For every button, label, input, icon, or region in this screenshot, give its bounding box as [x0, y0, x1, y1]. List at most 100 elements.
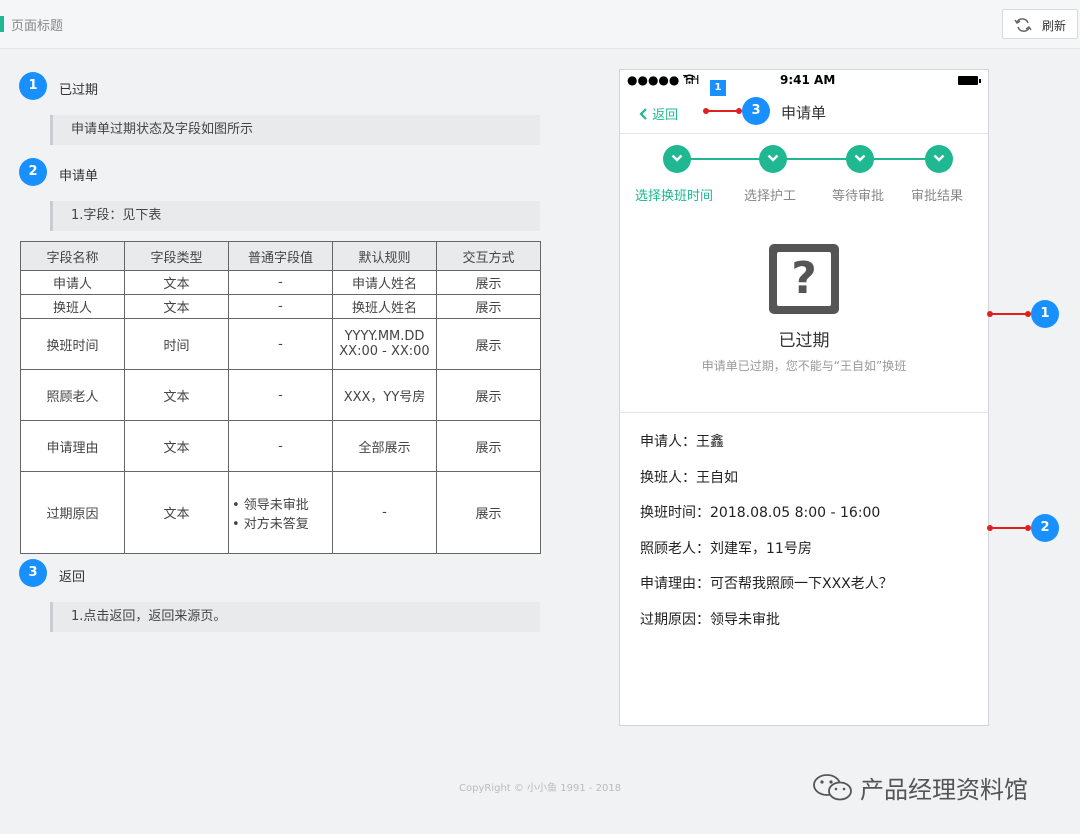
table-cell: - [228, 318, 333, 370]
table-header-cell: 普通字段值 [228, 241, 333, 271]
callout-dot-2 [987, 525, 993, 531]
wechat-icon [813, 774, 852, 801]
state-description: 申请单已过期，您不能与“王自如”换班 [701, 359, 907, 373]
field-reason: 申请理由：可否帮我照顾一下XXX老人？ [640, 576, 893, 592]
top-bar: 页面标题 刷新 [0, 0, 1080, 49]
field-swap-time: 换班时间：2018.08.05 8:00 - 16:00 [640, 505, 881, 521]
table-cell: 照顾老人 [20, 369, 125, 421]
table-cell: 申请人 [20, 270, 125, 295]
table-cell: - [332, 471, 437, 554]
table-cell: 文本 [124, 471, 229, 554]
step-dot-1 [663, 145, 691, 173]
progress-steps: 选择换班时间 选择护工 等待审批 审批结果 [620, 145, 988, 205]
question-mark-icon: ? [769, 244, 839, 314]
section-badge-1: 1 [19, 72, 47, 100]
table-cell: 展示 [436, 420, 541, 472]
field-elder: 照顾老人：刘建军，11号房 [640, 541, 812, 557]
step-dot-3 [846, 145, 874, 173]
table-cell: - [228, 294, 333, 319]
chevron-down-icon [933, 154, 945, 162]
table-cell: 换班人姓名 [332, 294, 437, 319]
reason-value-line1: • 领导未审批 [232, 497, 309, 513]
table-cell: 展示 [436, 471, 541, 554]
table-cell-multiline: YYYY.MM.DD XX:00 - XX:00 [332, 318, 437, 370]
table-cell: - [228, 420, 333, 472]
table-cell: 文本 [124, 369, 229, 421]
status-time: 9:41 AM [780, 73, 836, 87]
back-button[interactable]: 返回 [639, 104, 678, 123]
table-row: 申请人 文本 - 申请人姓名 展示 [20, 270, 541, 295]
table-cell: 展示 [436, 318, 541, 370]
steps-connector-line [677, 158, 945, 160]
state-title: 已过期 [778, 331, 830, 351]
chevron-down-icon [671, 154, 683, 162]
copyright-text: CopyRight © 小小鱼 1991 - 2018 [459, 783, 622, 794]
section-note-expired: 申请单过期状态及字段如图所示 [50, 115, 540, 145]
refresh-button[interactable]: 刷新 [1002, 9, 1078, 39]
section-badge-2: 2 [19, 158, 47, 186]
back-label: 返回 [652, 108, 679, 123]
table-header-cell: 默认规则 [332, 241, 437, 271]
title-accent-bar [0, 16, 4, 32]
section-title-back: 返回 [59, 570, 86, 585]
table-cell: 申请理由 [20, 420, 125, 472]
annotation-tag: 1 [710, 80, 726, 96]
table-cell: - [228, 270, 333, 295]
step-label-3: 等待审批 [832, 189, 885, 204]
table-header-cell: 字段类型 [124, 241, 229, 271]
section-title-expired: 已过期 [59, 83, 99, 98]
table-row: 换班时间 时间 - YYYY.MM.DD XX:00 - XX:00 展示 [20, 318, 541, 370]
step-label-2: 选择护工 [744, 189, 797, 204]
table-cell: 申请人姓名 [332, 270, 437, 295]
callout-line-1 [990, 313, 1030, 315]
callout-badge-3: 3 [742, 97, 770, 125]
section-note-back: 1.点击返回，返回来源页。 [50, 602, 540, 632]
table-header-cell: 交互方式 [436, 241, 541, 271]
reason-value-line2: • 对方未答复 [232, 516, 309, 532]
table-cell: 换班时间 [20, 318, 125, 370]
step-label-1: 选择换班时间 [635, 189, 714, 204]
table-cell: 换班人 [20, 294, 125, 319]
divider [620, 412, 988, 413]
time-rule-line2: XX:00 - XX:00 [339, 344, 430, 359]
step-dot-4 [925, 145, 953, 173]
chevron-down-icon [854, 154, 866, 162]
table-row: 过期原因 文本 • 领导未审批 • 对方未答复 - 展示 [20, 471, 541, 554]
table-header-cell: 字段名称 [20, 241, 125, 271]
table-row: 申请理由 文本 - 全部展示 展示 [20, 420, 541, 472]
table-cell-multiline: • 领导未审批 • 对方未答复 [228, 471, 333, 554]
page-title: 页面标题 [11, 19, 64, 34]
chevron-left-icon [639, 108, 647, 120]
table-cell: 展示 [436, 294, 541, 319]
table-cell: 展示 [436, 369, 541, 421]
table-cell: 时间 [124, 318, 229, 370]
table-header-row: 字段名称 字段类型 普通字段值 默认规则 交互方式 [20, 241, 541, 271]
step-dot-2 [759, 145, 787, 173]
watermark-text: 产品经理资料馆 [860, 776, 1028, 804]
phone-mockup: ●●●●● TH 9:41 AM 返回 申请单 选择换班时间 选择护工 等待审批… [619, 69, 989, 726]
table-cell: 展示 [436, 270, 541, 295]
table-cell: 文本 [124, 294, 229, 319]
table-cell: 文本 [124, 270, 229, 295]
table-cell: 过期原因 [20, 471, 125, 554]
chevron-down-icon [767, 154, 779, 162]
callout-dot-1 [987, 311, 993, 317]
table-cell: 文本 [124, 420, 229, 472]
step-label-4: 审批结果 [911, 189, 964, 204]
field-swap-person: 换班人：王自如 [640, 470, 738, 486]
refresh-icon [1014, 18, 1032, 32]
section-title-form: 申请单 [59, 169, 99, 184]
table-cell: 全部展示 [332, 420, 437, 472]
wifi-icon [683, 74, 696, 84]
status-bar: ●●●●● TH 9:41 AM [620, 70, 988, 90]
section-badge-3: 3 [19, 559, 47, 587]
table-cell: - [228, 369, 333, 421]
time-rule-line1: YYYY.MM.DD [344, 329, 425, 344]
table-cell: XXX，YY号房 [332, 369, 437, 421]
callout-dot-3 [703, 108, 709, 114]
callout-line-2 [990, 527, 1030, 529]
section-note-form: 1.字段：见下表 [50, 201, 540, 231]
nav-bar: 返回 申请单 [620, 90, 988, 134]
refresh-label: 刷新 [1042, 19, 1067, 33]
field-expire-reason: 过期原因：领导未审批 [640, 612, 780, 628]
